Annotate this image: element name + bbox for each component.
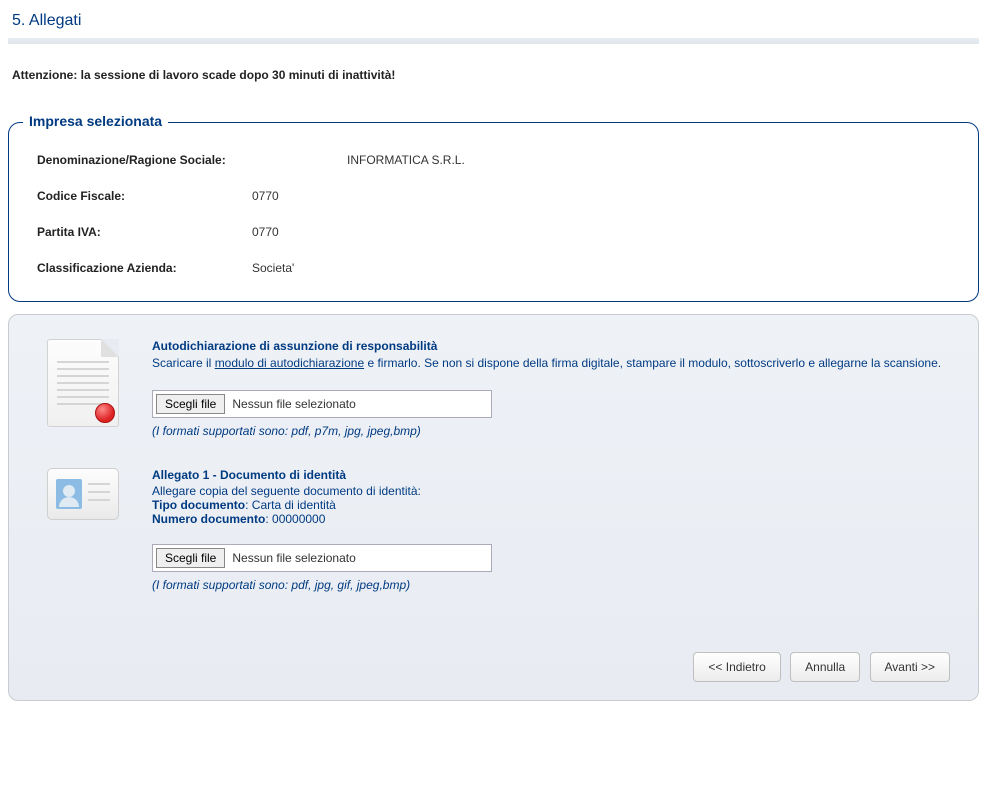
numero-documento-value: 00000000 [272, 512, 325, 526]
choose-file-button-documento-identita[interactable]: Scegli file [156, 548, 225, 568]
company-row-codice-fiscale: Codice Fiscale: 0770 [37, 189, 950, 203]
nav-button-row: << Indietro Annulla Avanti >> [37, 622, 950, 682]
document-seal-icon [47, 339, 119, 427]
formats-documento-identita: (I formati supportati sono: pdf, jpg, gi… [152, 578, 950, 592]
file-input-documento-identita[interactable]: Scegli file Nessun file selezionato [152, 544, 492, 572]
company-fieldset: Impresa selezionata Denominazione/Ragion… [8, 122, 979, 302]
partita-iva-label: Partita IVA: [37, 225, 252, 239]
numero-documento-label: Numero documento [152, 512, 265, 526]
attachment-autodichiarazione: Autodichiarazione di assunzione di respo… [37, 339, 950, 438]
autodichiarazione-desc-prefix: Scaricare il [152, 356, 215, 370]
id-card-icon [47, 468, 119, 520]
company-row-classificazione: Classificazione Azienda: Societa' [37, 261, 950, 275]
header-divider [8, 38, 979, 44]
cancel-button[interactable]: Annulla [790, 652, 860, 682]
denominazione-value: INFORMATICA S.R.L. [347, 153, 465, 167]
company-legend: Impresa selezionata [23, 113, 168, 129]
tipo-documento-value: Carta di identità [252, 498, 336, 512]
file-status-documento-identita: Nessun file selezionato [228, 551, 355, 565]
file-input-autodichiarazione[interactable]: Scegli file Nessun file selezionato [152, 390, 492, 418]
back-button[interactable]: << Indietro [693, 652, 780, 682]
company-row-partita-iva: Partita IVA: 0770 [37, 225, 950, 239]
company-row-denominazione: Denominazione/Ragione Sociale: INFORMATI… [37, 153, 950, 167]
formats-autodichiarazione: (I formati supportati sono: pdf, p7m, jp… [152, 424, 950, 438]
file-status-autodichiarazione: Nessun file selezionato [228, 397, 355, 411]
choose-file-button-autodichiarazione[interactable]: Scegli file [156, 394, 225, 414]
tipo-documento-line: Tipo documento: Carta di identità [152, 498, 950, 512]
denominazione-label: Denominazione/Ragione Sociale: [37, 153, 347, 167]
classificazione-label: Classificazione Azienda: [37, 261, 252, 275]
documento-identita-title: Allegato 1 - Documento di identità [152, 468, 950, 482]
documento-identita-desc: Allegare copia del seguente documento di… [152, 484, 950, 498]
partita-iva-value: 0770 [252, 225, 279, 239]
attachment-documento-identita: Allegato 1 - Documento di identità Alleg… [37, 468, 950, 592]
classificazione-value: Societa' [252, 261, 294, 275]
tipo-documento-label: Tipo documento [152, 498, 245, 512]
next-button[interactable]: Avanti >> [870, 652, 950, 682]
autodichiarazione-desc: Scaricare il modulo di autodichiarazione… [152, 355, 950, 372]
numero-documento-line: Numero documento: 00000000 [152, 512, 950, 526]
codice-fiscale-value: 0770 [252, 189, 279, 203]
autodichiarazione-title: Autodichiarazione di assunzione di respo… [152, 339, 950, 353]
autodichiarazione-desc-suffix: e firmarlo. Se non si dispone della firm… [364, 356, 941, 370]
codice-fiscale-label: Codice Fiscale: [37, 189, 252, 203]
page-title: 5. Allegati [8, 8, 979, 38]
autodichiarazione-link[interactable]: modulo di autodichiarazione [215, 356, 364, 370]
attachments-panel: Autodichiarazione di assunzione di respo… [8, 314, 979, 701]
